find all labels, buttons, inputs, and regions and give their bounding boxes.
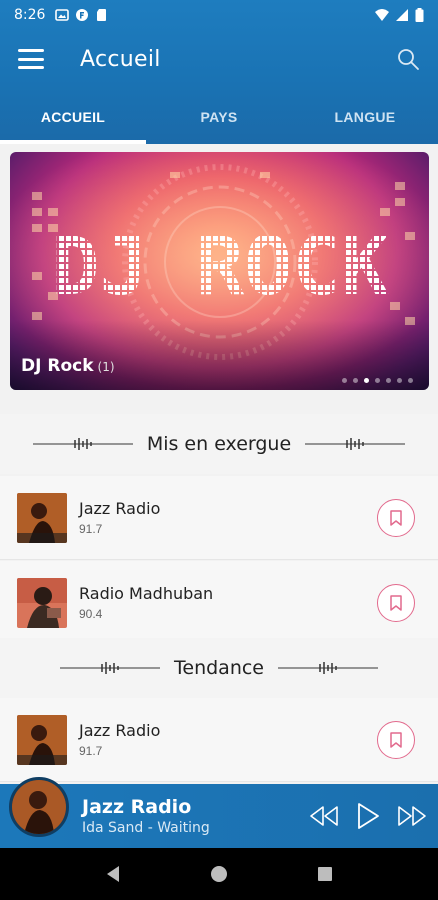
- status-time: 8:26: [14, 7, 46, 23]
- system-navigation-bar: [0, 848, 438, 900]
- search-icon[interactable]: [396, 47, 420, 71]
- home-button[interactable]: [207, 862, 231, 886]
- featured-banner[interactable]: DJ ROCK DJ Rock (1): [10, 152, 429, 390]
- carousel-dot[interactable]: [342, 378, 347, 383]
- bookmark-icon: [390, 594, 402, 611]
- page-title: Accueil: [80, 46, 161, 72]
- tab-accueil[interactable]: ACCUEIL: [0, 90, 146, 144]
- signal-icon: [396, 9, 408, 21]
- system-status-icons: [375, 8, 424, 22]
- notification-icons: [55, 8, 109, 22]
- tab-langue[interactable]: LANGUE: [292, 90, 438, 144]
- bookmark-icon: [390, 731, 402, 748]
- back-button[interactable]: [101, 862, 125, 886]
- station-frequency: 91.7: [79, 744, 103, 758]
- carousel-dot[interactable]: [353, 378, 358, 383]
- play-icon: [358, 803, 379, 829]
- home-icon: [211, 866, 227, 882]
- app-screen: 8:26 Accueil ACCUEIL PAYS LANGUE DJ ROCK…: [0, 0, 438, 900]
- bookmark-button[interactable]: [377, 720, 415, 759]
- banner-artwork-text: DJ ROCK: [51, 220, 388, 313]
- status-bar: 8:26: [0, 0, 438, 30]
- sound-wave-left-icon: [60, 662, 160, 674]
- station-name: Jazz Radio: [79, 499, 161, 518]
- banner-title: DJ Rock: [21, 356, 94, 376]
- trending-section-header: Tendance: [0, 638, 438, 698]
- station-thumbnail: [17, 492, 67, 543]
- app-notification-icon: [76, 9, 89, 21]
- now-playing-artwork[interactable]: [9, 777, 69, 837]
- rewind-icon: [310, 806, 338, 826]
- carousel-dots: [342, 378, 413, 383]
- carousel-dot-active[interactable]: [364, 378, 369, 383]
- trending-section-title: Tendance: [174, 657, 264, 679]
- sound-wave-right-icon: [278, 662, 378, 674]
- back-icon: [107, 866, 119, 882]
- fast-forward-button[interactable]: [396, 800, 428, 832]
- station-list-item[interactable]: Jazz Radio 91.7: [0, 698, 438, 782]
- featured-section-header: Mis en exergue: [0, 414, 438, 474]
- station-text: Jazz Radio 91.7: [79, 721, 160, 758]
- now-playing-station: Jazz Radio: [82, 796, 192, 818]
- fast-forward-icon: [398, 806, 426, 826]
- station-frequency: 90.4: [79, 607, 103, 621]
- station-name: Jazz Radio: [79, 721, 161, 740]
- player-controls: [308, 800, 428, 832]
- station-thumbnail: [17, 714, 67, 765]
- now-playing-info: Jazz Radio Ida Sand - Waiting: [82, 796, 210, 836]
- app-header: 8:26 Accueil ACCUEIL PAYS LANGUE: [0, 0, 438, 144]
- play-button[interactable]: [352, 800, 384, 832]
- sound-wave-left-icon: [32, 438, 133, 450]
- carousel-dot[interactable]: [408, 378, 413, 383]
- recents-button[interactable]: [313, 862, 337, 886]
- featured-section-title: Mis en exergue: [146, 433, 292, 455]
- image-notification-icon: [55, 9, 70, 21]
- bookmark-button[interactable]: [377, 583, 415, 622]
- station-name: Radio Madhuban: [79, 584, 214, 603]
- recents-icon: [318, 867, 332, 881]
- station-list-item[interactable]: Radio Madhuban 90.4: [0, 561, 438, 645]
- tab-pays[interactable]: PAYS: [146, 90, 292, 144]
- battery-icon: [415, 8, 424, 22]
- banner-caption: DJ Rock (1): [21, 356, 115, 376]
- carousel-dot[interactable]: [386, 378, 391, 383]
- wifi-icon: [375, 9, 389, 21]
- hamburger-icon[interactable]: [18, 49, 44, 69]
- now-playing-status: Ida Sand - Waiting: [82, 820, 210, 836]
- sim-card-icon: [97, 9, 107, 21]
- bookmark-icon: [390, 509, 402, 526]
- banner-count: (1): [97, 360, 115, 374]
- station-thumbnail: [17, 577, 67, 628]
- rewind-button[interactable]: [308, 800, 340, 832]
- station-frequency: 91.7: [79, 522, 103, 536]
- carousel-dot[interactable]: [397, 378, 402, 383]
- sound-wave-right-icon: [305, 438, 406, 450]
- station-text: Jazz Radio 91.7: [79, 499, 160, 536]
- station-text: Radio Madhuban 90.4: [79, 584, 213, 621]
- tab-bar: ACCUEIL PAYS LANGUE: [0, 90, 438, 144]
- toolbar: Accueil: [0, 30, 438, 88]
- bookmark-button[interactable]: [377, 498, 415, 537]
- mini-player[interactable]: Jazz Radio Ida Sand - Waiting: [0, 777, 438, 848]
- carousel-dot[interactable]: [375, 378, 380, 383]
- station-list-item[interactable]: Jazz Radio 91.7: [0, 476, 438, 560]
